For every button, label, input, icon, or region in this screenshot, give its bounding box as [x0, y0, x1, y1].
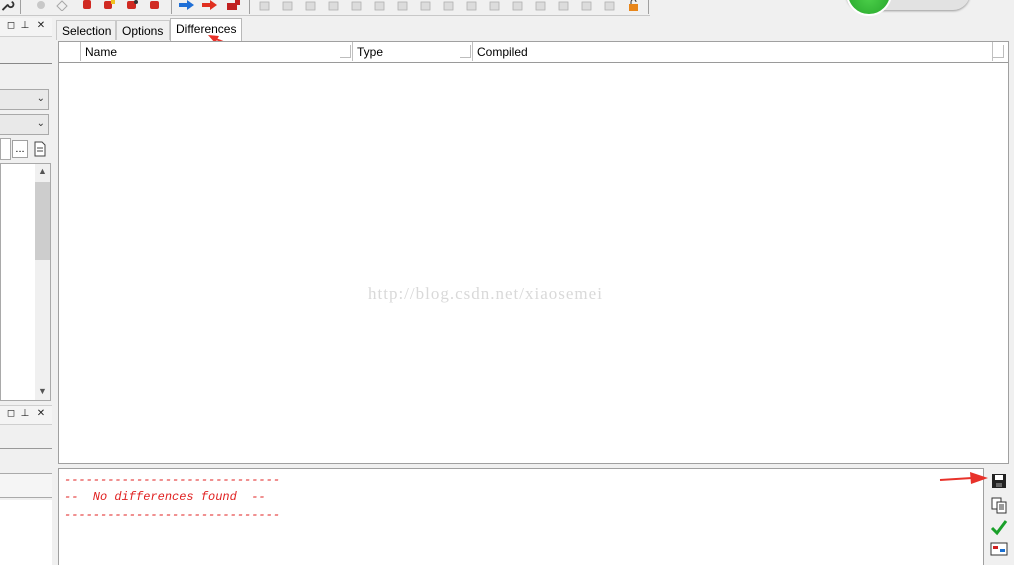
annotation-arrow-save	[939, 472, 988, 484]
scroll-down-icon[interactable]: ▼	[38, 386, 47, 396]
database-edit-red-icon[interactable]	[102, 0, 116, 11]
connection-combo[interactable]: ⌄	[0, 89, 49, 110]
check-icon[interactable]	[990, 518, 1008, 536]
restore-icon[interactable]: ◻	[6, 409, 16, 419]
chevron-down-icon: ⌄	[36, 118, 45, 129]
green-status-icon	[846, 0, 892, 16]
column-resize-handle[interactable]	[993, 45, 1004, 58]
object-list[interactable]: ▲ ▼	[0, 163, 51, 401]
grid-header: Name Type Compiled	[59, 42, 1008, 63]
tab-options[interactable]: Options	[116, 20, 170, 40]
scroll-up-icon[interactable]: ▲	[38, 166, 47, 176]
close-icon[interactable]: ✕	[36, 21, 46, 31]
compare-gray-icons[interactable]	[256, 0, 624, 12]
tag-gray-icon[interactable]	[55, 0, 69, 11]
toolbar-separator	[249, 0, 250, 14]
output-line: ------------------------------	[64, 508, 281, 522]
arrow-right-red-icon[interactable]	[201, 0, 218, 11]
left-panel-white-area	[0, 500, 52, 565]
lock-orange-icon[interactable]	[628, 0, 642, 11]
column-header-label: Compiled	[477, 45, 528, 59]
watermark: http://blog.csdn.net/xiaosemei	[368, 284, 603, 303]
status-indicator[interactable]	[846, 0, 970, 16]
vertical-scrollbar[interactable]: ▲ ▼	[35, 164, 50, 400]
scrollbar-thumb[interactable]	[35, 182, 50, 260]
toolbar-separator	[171, 0, 172, 14]
document-icon[interactable]	[33, 141, 47, 157]
main-toolbar	[0, 0, 650, 16]
database-remove-red-icon[interactable]	[148, 0, 162, 11]
object-type-combo[interactable]: ⌄	[0, 114, 49, 135]
toolbar-separator	[648, 0, 649, 14]
toolbar-separator	[20, 0, 21, 14]
restore-icon[interactable]: ◻	[6, 21, 16, 31]
left-panel-titlebar-2: ◻ ⊥ ✕	[0, 405, 52, 425]
divider	[0, 448, 52, 449]
filter-input[interactable]	[0, 138, 11, 160]
database-red-icon[interactable]	[80, 0, 94, 11]
divider	[0, 63, 52, 64]
column-header-label: Type	[357, 45, 384, 59]
left-panel-titlebar: ◻ ⊥ ✕	[0, 18, 52, 37]
close-icon[interactable]: ✕	[36, 409, 46, 419]
output-panel[interactable]: ------------------------------ -- No dif…	[58, 468, 984, 565]
row-selector-header[interactable]	[59, 42, 81, 61]
save-icon[interactable]	[990, 472, 1008, 490]
browse-button[interactable]: ...	[12, 140, 28, 158]
left-panel-field[interactable]	[0, 473, 52, 498]
pin-icon[interactable]: ⊥	[20, 21, 30, 31]
output-line: ------------------------------	[64, 473, 281, 487]
column-resize-handle[interactable]	[460, 45, 471, 58]
tab-bar: Selection Options Differences	[56, 18, 1014, 41]
wrench-icon[interactable]	[0, 0, 16, 11]
chevron-down-icon: ⌄	[36, 93, 45, 104]
left-panel: ◻ ⊥ ✕ ⌄ ⌄ ... ▲ ▼ ◻ ⊥ ✕	[0, 18, 53, 565]
column-header-type[interactable]: Type	[353, 42, 473, 61]
output-line: -- No differences found --	[64, 490, 266, 504]
column-header-compiled[interactable]: Compiled	[473, 42, 993, 61]
differences-grid[interactable]: Name Type Compiled	[58, 41, 1009, 464]
column-header-name[interactable]: Name	[81, 42, 353, 61]
database-alt-red-icon[interactable]	[125, 0, 139, 11]
tab-selection[interactable]: Selection	[56, 20, 116, 40]
connect-red-icon[interactable]	[225, 0, 242, 11]
arrow-right-blue-icon[interactable]	[178, 0, 195, 11]
gear-gray-icon[interactable]	[34, 0, 48, 11]
column-header-label: Name	[85, 45, 118, 59]
pin-icon[interactable]: ⊥	[20, 409, 30, 419]
column-resize-handle[interactable]	[340, 45, 351, 58]
copy-icon[interactable]	[990, 496, 1008, 514]
compare-icon[interactable]	[990, 540, 1008, 558]
